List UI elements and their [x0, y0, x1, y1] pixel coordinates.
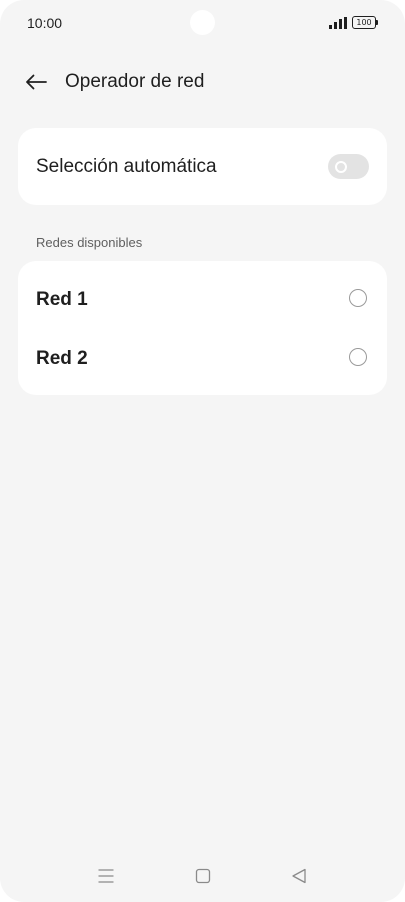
screen: 10:00 100 Operador de red Selección auto…: [0, 0, 405, 902]
automatic-selection-card: Selección automática: [18, 128, 387, 205]
network-radio-button[interactable]: [349, 348, 367, 366]
arrow-left-icon: [26, 74, 47, 90]
automatic-selection-toggle[interactable]: [328, 154, 369, 179]
section-title-available-networks: Redes disponibles: [36, 235, 143, 250]
toggle-knob: [335, 161, 347, 173]
battery-icon: 100: [352, 16, 379, 29]
network-label: Red 1: [36, 289, 88, 310]
page-title: Operador de red: [65, 71, 205, 92]
automatic-selection-label: Selección automática: [36, 156, 217, 177]
network-radio-button[interactable]: [349, 289, 367, 307]
networks-card: Red 1 Red 2: [18, 261, 387, 395]
battery-tip: [376, 20, 378, 25]
back-triangle-icon[interactable]: [287, 864, 311, 888]
network-item-red-2[interactable]: Red 2: [18, 329, 387, 387]
network-item-red-1[interactable]: Red 1: [18, 270, 387, 328]
back-button[interactable]: [20, 67, 52, 97]
battery-level: 100: [352, 16, 376, 29]
status-time: 10:00: [27, 15, 63, 31]
menu-icon[interactable]: [94, 864, 118, 888]
camera-cutout: [190, 10, 215, 35]
signal-bars-icon: [329, 17, 347, 29]
network-label: Red 2: [36, 348, 88, 369]
home-square-icon[interactable]: [191, 864, 215, 888]
